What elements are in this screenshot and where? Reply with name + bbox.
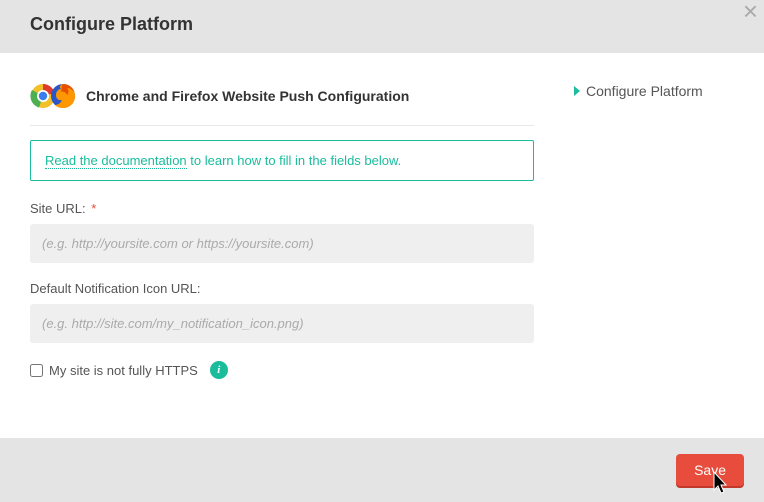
dialog-title: Configure Platform [30, 14, 734, 35]
field-icon-url: Default Notification Icon URL: [30, 281, 534, 343]
save-button[interactable]: Save [676, 454, 744, 486]
not-https-checkbox[interactable] [30, 364, 43, 377]
dialog-body: Chrome and Firefox Website Push Configur… [0, 53, 764, 423]
site-url-label: Site URL: * [30, 201, 534, 216]
site-url-input[interactable] [30, 224, 534, 263]
dialog-header: Configure Platform × [0, 0, 764, 53]
required-mark: * [91, 201, 96, 216]
info-icon[interactable]: i [210, 361, 228, 379]
dialog-footer: Save [0, 438, 764, 502]
icon-url-label: Default Notification Icon URL: [30, 281, 534, 296]
browser-icons [30, 83, 76, 109]
section-header: Chrome and Firefox Website Push Configur… [30, 83, 534, 126]
close-icon[interactable]: × [743, 0, 758, 24]
main-column: Chrome and Firefox Website Push Configur… [30, 83, 534, 403]
docs-link[interactable]: Read the documentation [45, 153, 187, 169]
chevron-right-icon [574, 86, 580, 96]
sidebar-column: Configure Platform [574, 83, 734, 403]
not-https-row: My site is not fully HTTPS i [30, 361, 534, 379]
not-https-label: My site is not fully HTTPS [49, 363, 198, 378]
info-box: Read the documentation to learn how to f… [30, 140, 534, 181]
field-site-url: Site URL: * [30, 201, 534, 263]
icon-url-input[interactable] [30, 304, 534, 343]
sidebar-item-configure-platform[interactable]: Configure Platform [574, 83, 734, 99]
sidebar-item-label: Configure Platform [586, 83, 703, 99]
info-box-text: to learn how to fill in the fields below… [187, 153, 402, 168]
section-title: Chrome and Firefox Website Push Configur… [86, 88, 409, 104]
firefox-icon [50, 83, 76, 109]
